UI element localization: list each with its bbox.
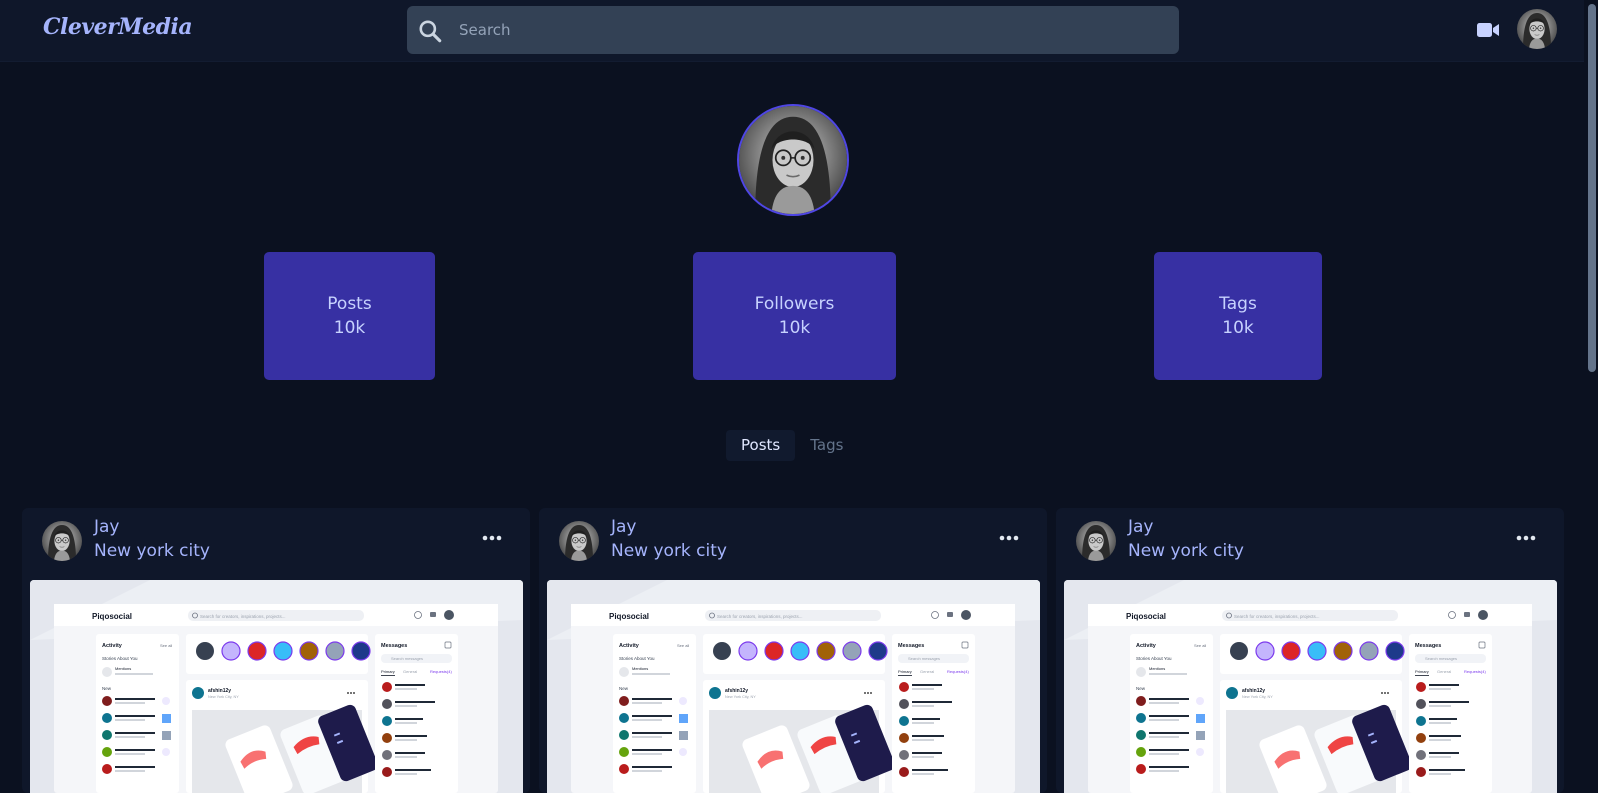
preview-mentions: Mentions — [1149, 666, 1165, 671]
post-author-name[interactable]: Jay — [611, 517, 637, 537]
stat-tags-card[interactable]: Tags 10k — [1154, 252, 1322, 380]
post-author-avatar[interactable] — [1076, 521, 1116, 561]
more-horizontal-icon[interactable] — [999, 533, 1019, 543]
post-author-name[interactable]: Jay — [94, 517, 120, 537]
preview-msg-tab: Primary — [381, 669, 395, 674]
preview-brand: Piqosocial — [92, 612, 132, 621]
preview-post-location: New York City, NY — [1242, 695, 1273, 699]
post-author-avatar[interactable] — [42, 521, 82, 561]
preview-activity-title: Activity — [102, 643, 123, 649]
stat-followers-card[interactable]: Followers 10k — [693, 252, 896, 380]
preview-activity-title: Activity — [1136, 643, 1157, 649]
preview-msg-tab: Requests(4) — [430, 669, 452, 674]
preview-msg-search: Search messages — [391, 656, 423, 661]
preview-post-user: afshin12y — [208, 688, 231, 694]
preview-msg-tab: General — [1437, 669, 1451, 674]
preview-messages-title: Messages — [898, 643, 924, 649]
tab-tags[interactable]: Tags — [795, 430, 858, 461]
post-image[interactable]: Piqosocial Search for creators, inspirat… — [547, 580, 1040, 793]
preview-mentions: Mentions — [115, 666, 131, 671]
profile-avatar — [737, 104, 849, 216]
post-image[interactable]: Piqosocial Search for creators, inspirat… — [30, 580, 523, 793]
stat-label: Followers — [754, 294, 835, 314]
post-author-name[interactable]: Jay — [1128, 517, 1154, 537]
preview-search-text: Search for creators, inspirations, proje… — [200, 614, 286, 619]
profile-tabs: Posts Tags — [726, 430, 858, 461]
post-location: New york city — [611, 541, 727, 561]
preview-stories-title: Stories About You — [619, 656, 655, 661]
preview-msg-tab: General — [403, 669, 417, 674]
preview-msg-tab: Primary — [898, 669, 912, 674]
post-location: New york city — [94, 541, 210, 561]
stat-label: Tags — [1219, 294, 1257, 314]
preview-msg-tab: Requests(4) — [1464, 669, 1486, 674]
post-location: New york city — [1128, 541, 1244, 561]
preview-see-all: See all — [1194, 643, 1206, 648]
stat-value: 10k — [333, 318, 366, 338]
post-author-avatar[interactable] — [559, 521, 599, 561]
preview-new-label: New — [1136, 686, 1146, 691]
preview-msg-tab: General — [920, 669, 934, 674]
stat-posts-card[interactable]: Posts 10k — [264, 252, 435, 380]
stat-value: 10k — [778, 318, 811, 338]
post-card[interactable]: Jay New york city Piqosocial Search for … — [1056, 508, 1564, 793]
stat-label: Posts — [327, 294, 372, 314]
more-horizontal-icon[interactable] — [1516, 533, 1536, 543]
preview-see-all: See all — [160, 643, 172, 648]
preview-msg-tab: Primary — [1415, 669, 1429, 674]
search-bar — [407, 6, 1179, 54]
app-logo[interactable]: CleverMedia — [43, 14, 193, 40]
preview-mentions: Mentions — [632, 666, 648, 671]
scrollbar-thumb[interactable] — [1588, 4, 1596, 372]
tab-posts[interactable]: Posts — [726, 430, 796, 461]
post-card[interactable]: Jay New york city Piqosocial Search for … — [22, 508, 530, 793]
preview-brand: Piqosocial — [1126, 612, 1166, 621]
more-horizontal-icon[interactable] — [482, 533, 502, 543]
search-input[interactable] — [459, 6, 1159, 54]
preview-post-user: afshin12y — [725, 688, 748, 694]
preview-post-user: afshin12y — [1242, 688, 1265, 694]
preview-search-text: Search for creators, inspirations, proje… — [1234, 614, 1320, 619]
preview-messages-title: Messages — [1415, 643, 1441, 649]
preview-stories-title: Stories About You — [1136, 656, 1172, 661]
top-nav: CleverMedia — [0, 0, 1584, 62]
preview-search-text: Search for creators, inspirations, proje… — [717, 614, 803, 619]
post-card[interactable]: Jay New york city Piqosocial Search for … — [539, 508, 1047, 793]
preview-stories-title: Stories About You — [102, 656, 138, 661]
preview-post-location: New York City, NY — [208, 695, 239, 699]
post-image[interactable]: Piqosocial Search for creators, inspirat… — [1064, 580, 1557, 793]
preview-msg-tab: Requests(4) — [947, 669, 969, 674]
preview-new-label: New — [619, 686, 629, 691]
stat-value: 10k — [1222, 318, 1254, 338]
preview-post-location: New York City, NY — [725, 695, 756, 699]
search-icon[interactable] — [417, 18, 443, 44]
preview-brand: Piqosocial — [609, 612, 649, 621]
preview-see-all: See all — [677, 643, 689, 648]
preview-activity-title: Activity — [619, 643, 640, 649]
user-avatar[interactable] — [1517, 9, 1557, 49]
video-camera-icon[interactable] — [1476, 20, 1500, 40]
preview-new-label: New — [102, 686, 112, 691]
preview-msg-search: Search messages — [908, 656, 940, 661]
preview-msg-search: Search messages — [1425, 656, 1457, 661]
preview-messages-title: Messages — [381, 643, 407, 649]
